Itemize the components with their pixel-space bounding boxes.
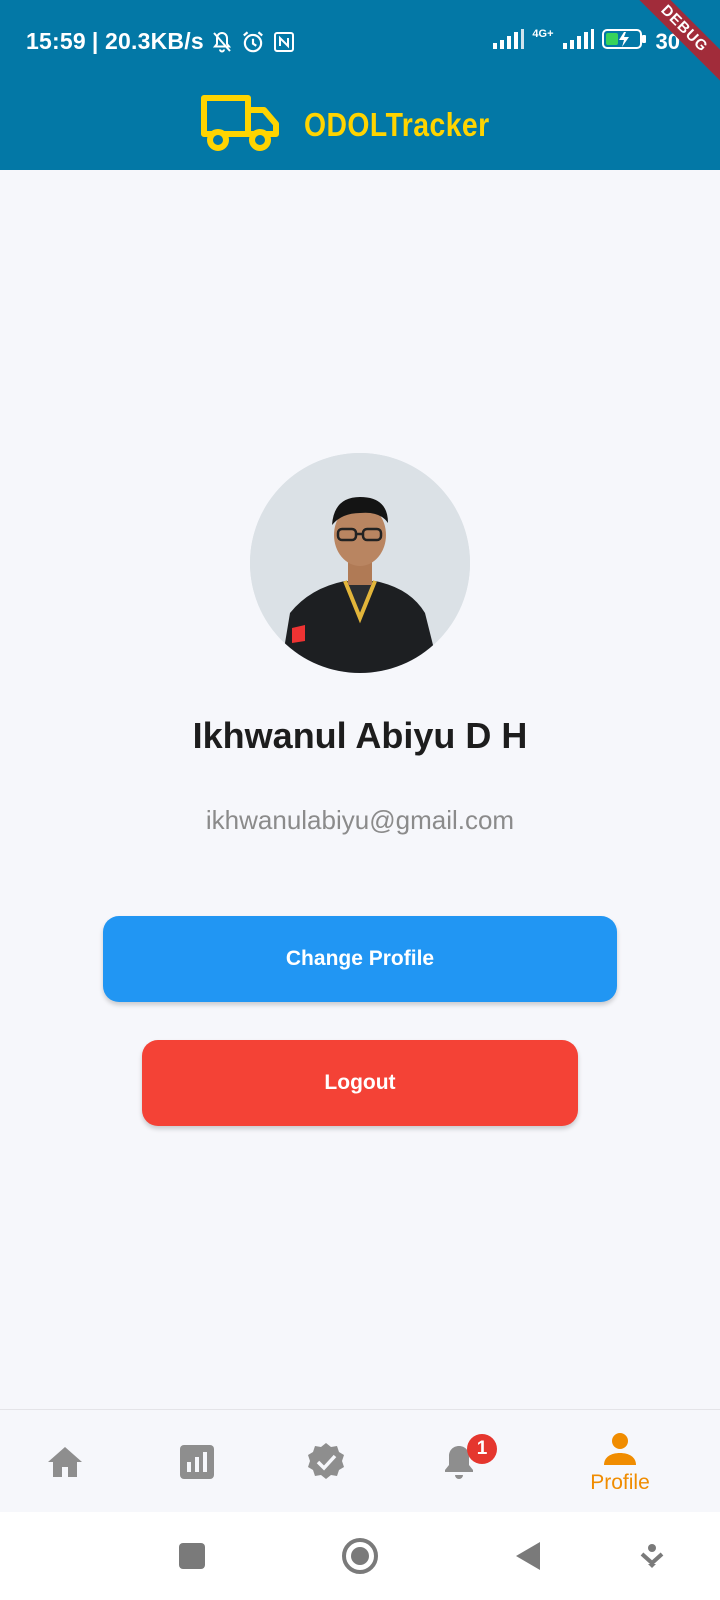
logout-button[interactable]: Logout	[142, 1040, 578, 1126]
avatar	[250, 453, 470, 673]
nfc-icon	[272, 30, 296, 54]
person-icon	[600, 1429, 640, 1469]
status-bar: 15:59 | 20.3KB/s 4G+ 30 DEBUG	[0, 0, 720, 87]
status-time: 15:59	[26, 28, 86, 54]
status-speed: | 20.3KB/s	[91, 28, 204, 54]
app-bar: ODOLTracker	[0, 80, 720, 170]
truck-icon	[200, 92, 282, 159]
nav-label-profile: Profile	[590, 1470, 650, 1494]
nav-item-verified[interactable]	[301, 1410, 351, 1513]
verified-badge-icon	[306, 1442, 346, 1482]
battery-charging-icon	[601, 28, 648, 56]
nav-item-notifications[interactable]: 1	[434, 1410, 497, 1513]
network-type: 4G+	[532, 28, 554, 40]
profile-name: Ikhwanul Abiyu D H	[192, 715, 528, 756]
nav-item-profile[interactable]: Profile	[578, 1410, 662, 1513]
bell-off-icon	[210, 30, 234, 54]
recents-square-icon[interactable]	[170, 1534, 214, 1578]
user-photo	[250, 453, 470, 673]
app-title: ODOLTracker	[304, 106, 490, 143]
notification-badge: 1	[467, 1433, 497, 1464]
bar-chart-icon	[177, 1442, 217, 1482]
nav-item-home[interactable]	[40, 1410, 90, 1513]
back-triangle-icon[interactable]	[506, 1534, 550, 1578]
signal-icon	[492, 29, 525, 55]
change-profile-button[interactable]: Change Profile	[103, 916, 617, 1002]
status-right: 4G+ 30	[492, 28, 680, 56]
bell-icon: 1	[439, 1433, 497, 1482]
profile-email: ikhwanulabiyu@gmail.com	[205, 805, 515, 835]
home-circle-icon[interactable]	[338, 1534, 382, 1578]
header: 15:59 | 20.3KB/s 4G+ 30 DEBUG ODOLTracke…	[0, 0, 720, 170]
nav-item-statistics[interactable]	[172, 1410, 222, 1513]
status-left: 15:59 | 20.3KB/s	[26, 28, 296, 55]
home-icon	[45, 1442, 85, 1482]
assistant-icon[interactable]	[630, 1534, 674, 1578]
signal-icon-2	[562, 29, 594, 55]
alarm-icon	[240, 29, 266, 55]
system-nav	[0, 1512, 720, 1600]
bottom-nav: 1 Profile	[0, 1409, 720, 1512]
